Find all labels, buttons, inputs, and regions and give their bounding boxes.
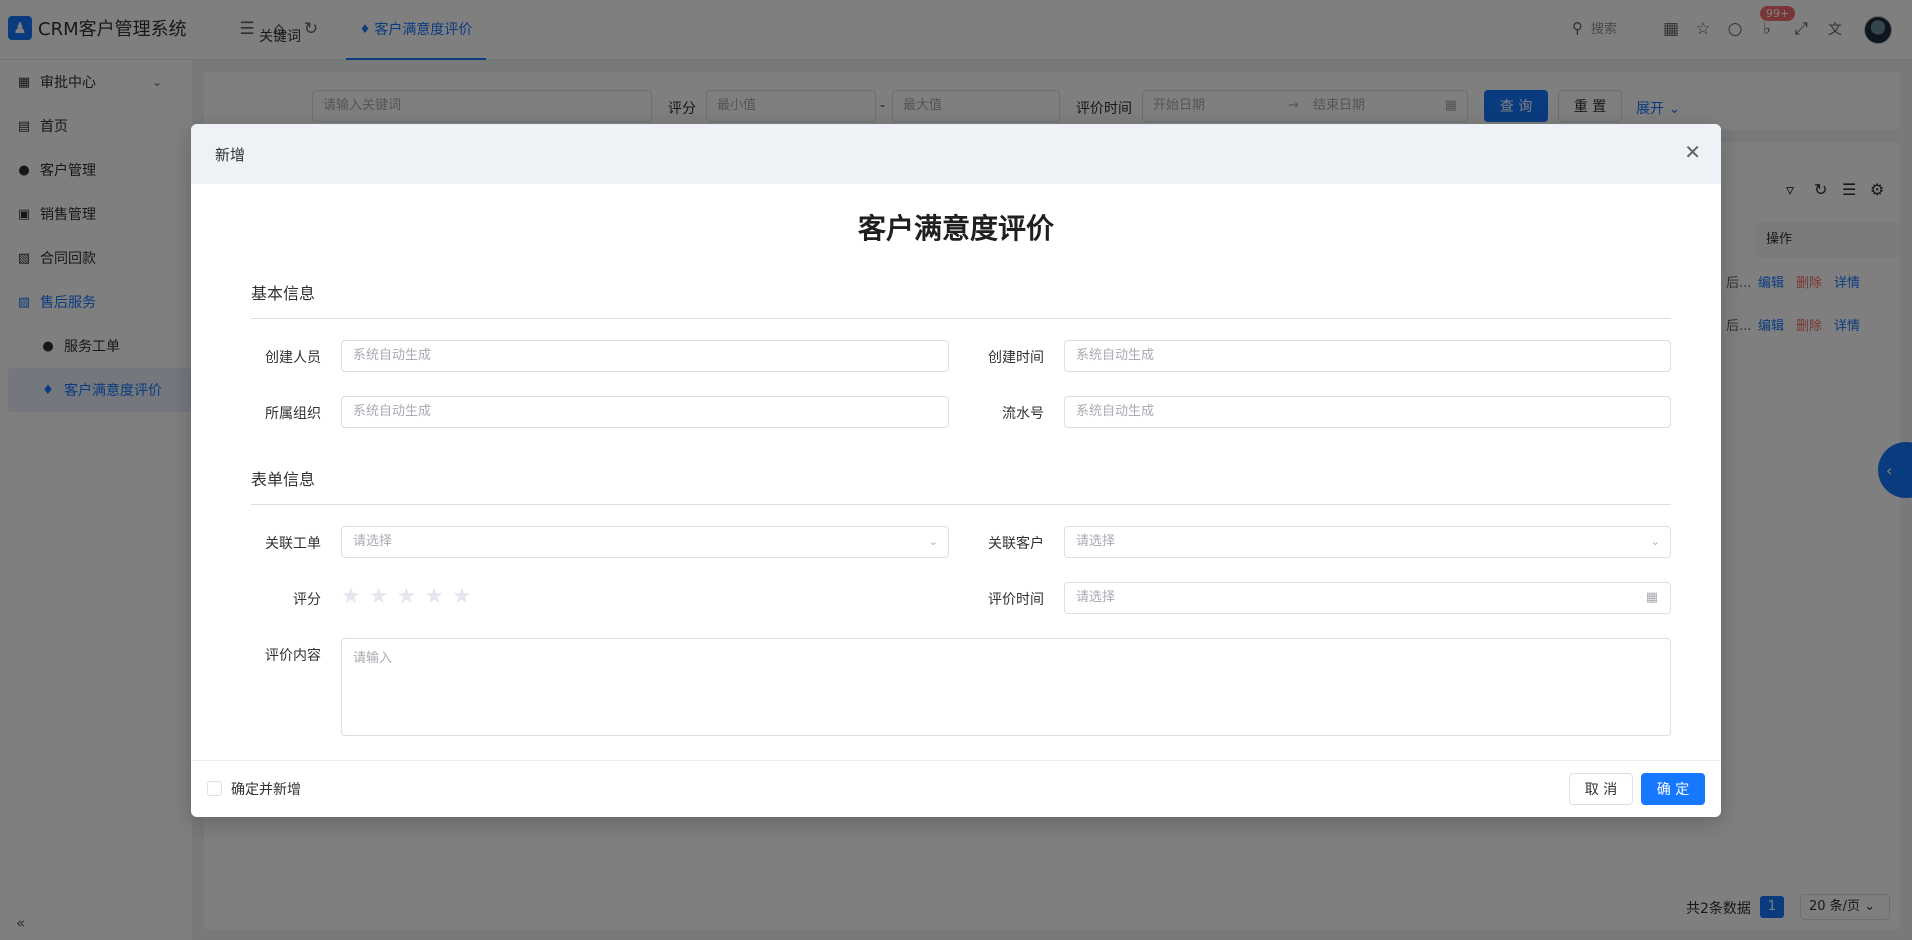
star-rating[interactable]: ★ ★ ★ ★ ★ [341,586,472,608]
add-dialog: 新增 ✕ 客户满意度评价 基本信息 创建人员 系统自动生成 创建时间 系统自动生… [191,124,1721,817]
chevron-down-icon: ⌄ [928,535,938,548]
close-icon[interactable]: ✕ [1684,142,1701,162]
star-icon[interactable]: ★ [424,586,444,608]
score-label: 评分 [293,592,321,608]
customer-select[interactable]: 请选择 ⌄ [1064,526,1671,558]
eval-time-placeholder: 请选择 [1076,590,1116,605]
form-title: 客户满意度评价 [857,212,1054,245]
eval-time-label: 评价时间 [988,592,1044,608]
serial-field[interactable]: 系统自动生成 [1064,396,1671,428]
creator-field[interactable]: 系统自动生成 [341,340,949,372]
ticket-select[interactable]: 请选择 ⌄ [341,526,949,558]
star-icon[interactable]: ★ [369,586,389,608]
confirm-add-checkbox[interactable] [207,781,222,796]
creator-label: 创建人员 [265,350,321,366]
customer-placeholder: 请选择 [1076,534,1116,549]
dialog-header: 新增 ✕ [191,124,1721,184]
content-label: 评价内容 [265,648,321,664]
dialog-footer: 确定并新增 取 消 确 定 [191,760,1721,817]
chevron-down-icon: ⌄ [1650,535,1660,548]
star-icon[interactable]: ★ [452,586,472,608]
star-icon[interactable]: ★ [396,586,416,608]
eval-time-picker[interactable]: 请选择 ▦ [1064,582,1671,614]
customer-label: 关联客户 [988,536,1044,552]
created-time-field[interactable]: 系统自动生成 [1064,340,1671,372]
calendar-icon: ▦ [1645,590,1658,605]
star-icon[interactable]: ★ [341,586,361,608]
org-field[interactable]: 系统自动生成 [341,396,949,428]
confirm-add-label[interactable]: 确定并新增 [231,779,301,799]
dialog-title: 新增 [215,145,246,164]
ticket-placeholder: 请选择 [353,534,393,549]
section-title: 表单信息 [251,466,1671,505]
cancel-button[interactable]: 取 消 [1569,773,1633,805]
org-label: 所属组织 [265,406,321,422]
confirm-button[interactable]: 确 定 [1641,773,1705,805]
content-textarea[interactable]: 请输入 [341,638,1671,736]
basic-info-section: 基本信息 [251,280,1671,319]
created-time-label: 创建时间 [988,350,1044,366]
serial-label: 流水号 [1002,406,1044,422]
form-info-section: 表单信息 [251,466,1671,505]
section-title: 基本信息 [251,280,1671,319]
ticket-label: 关联工单 [265,536,321,552]
